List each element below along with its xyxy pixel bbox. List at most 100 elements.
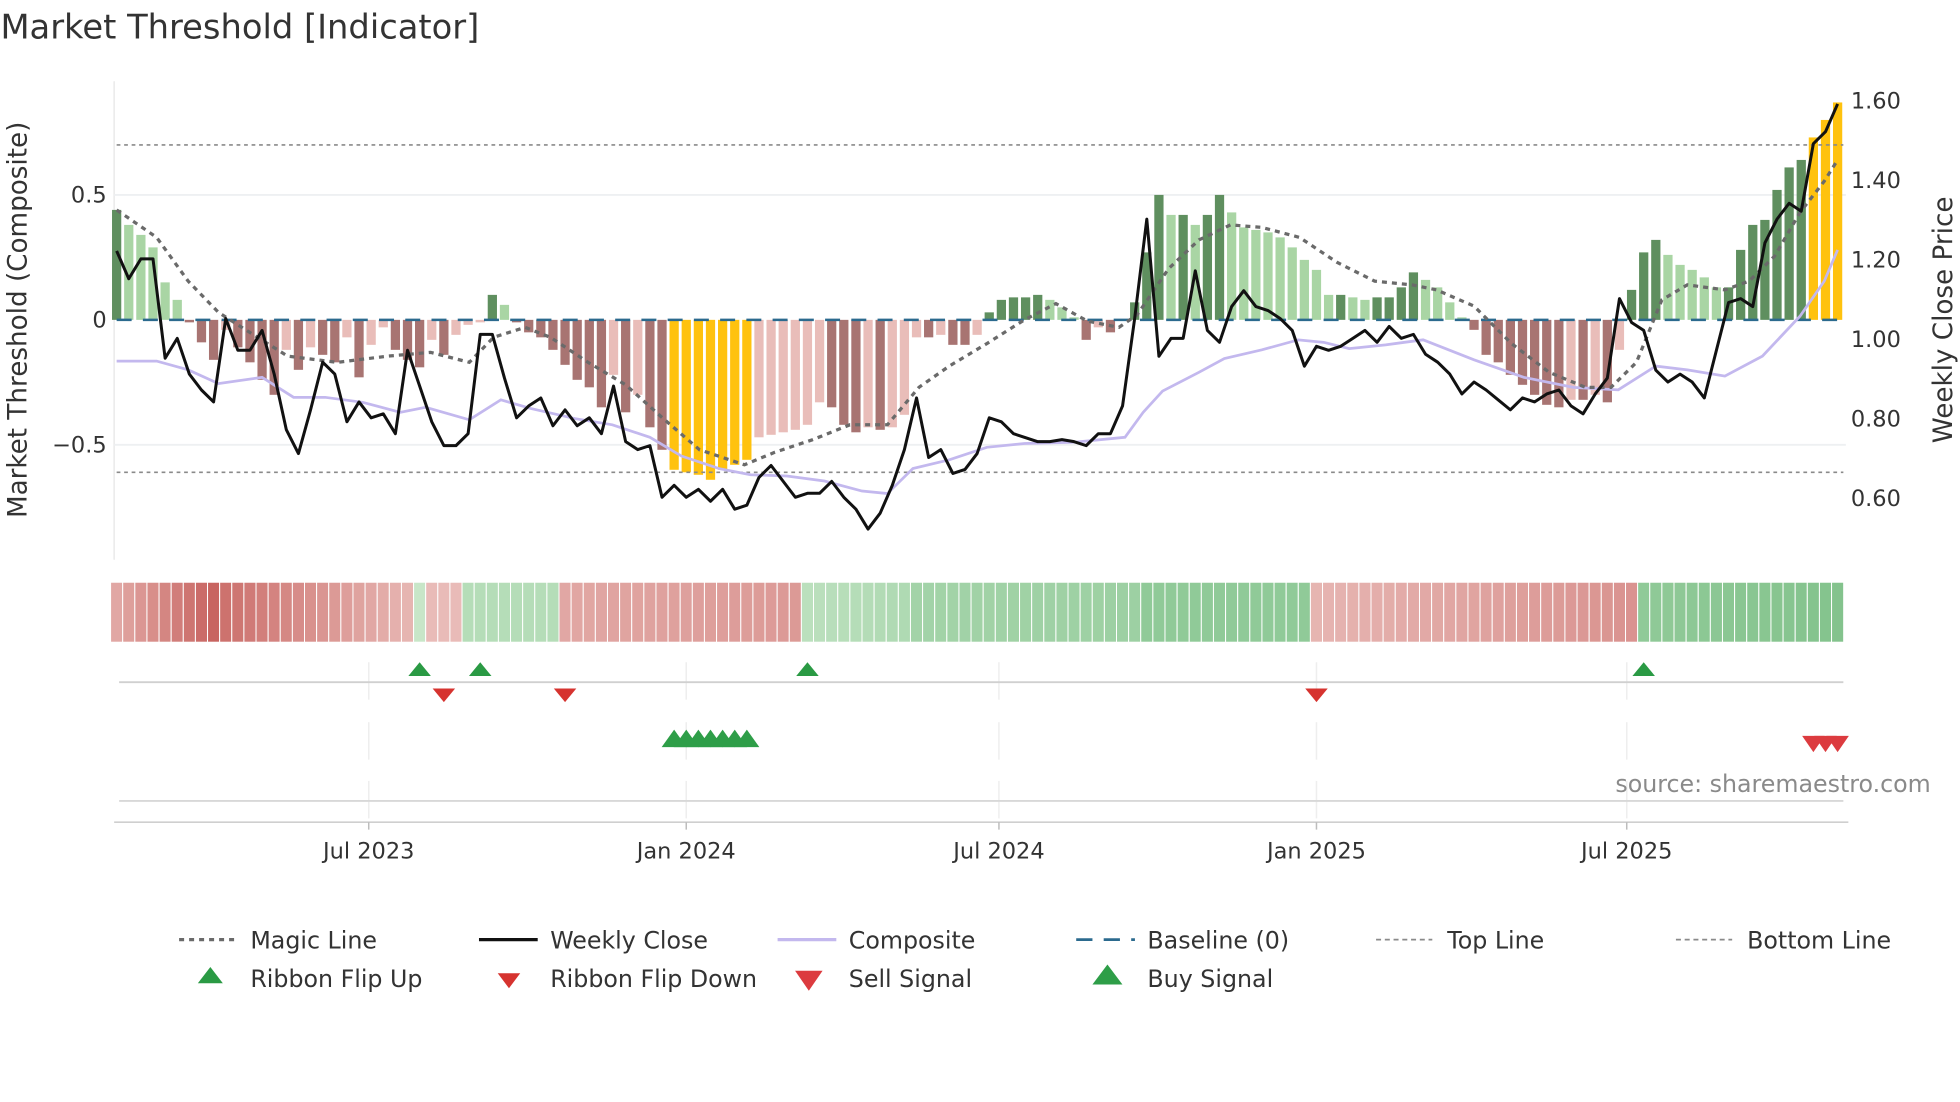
ribbon-cell xyxy=(425,581,439,643)
triangle-down-icon xyxy=(795,970,823,991)
ribbon-cell xyxy=(303,581,318,643)
histogram-bar xyxy=(717,319,728,470)
ribbon-cell xyxy=(1067,581,1081,643)
ribbon-cell xyxy=(570,581,584,643)
ribbon-cell xyxy=(982,581,996,643)
ribbon-cell xyxy=(194,581,209,643)
ribbon-cell xyxy=(1818,581,1833,643)
legend-label: Bottom Line xyxy=(1747,926,1891,954)
ribbon-cell xyxy=(1212,581,1227,643)
histogram-bar xyxy=(1784,167,1794,320)
ribbon-flip-up-marker xyxy=(468,662,492,676)
ribbon-cell xyxy=(606,581,621,643)
histogram-bar xyxy=(1336,294,1346,320)
ribbon-cell xyxy=(255,581,269,643)
ribbon-cell xyxy=(619,581,633,643)
ribbon-cell xyxy=(958,581,972,643)
histogram-bar xyxy=(1311,269,1322,320)
ribbon-cell xyxy=(873,581,887,643)
histogram-bar xyxy=(415,319,425,368)
market-threshold-chart: Market Threshold [Indicator] 0.5 0 −0.5 1.… xyxy=(0,8,1959,993)
histogram-bar xyxy=(633,319,643,395)
histogram-bar xyxy=(948,319,958,345)
ribbon-cell xyxy=(1382,581,1396,643)
trend-ribbon xyxy=(110,581,1845,643)
time-tick-label: Jul 2025 xyxy=(1579,838,1672,864)
legend-label: Top Line xyxy=(1446,926,1544,954)
ribbon-cell xyxy=(316,581,330,643)
histogram-bar xyxy=(245,319,255,363)
histogram-bar xyxy=(730,319,740,465)
ribbon-cell xyxy=(1006,581,1021,643)
histogram-bar xyxy=(196,319,207,343)
ribbon-cell xyxy=(534,581,548,643)
ribbon-cell xyxy=(1746,581,1760,643)
legend-label: Ribbon Flip Up xyxy=(250,965,422,993)
ribbon-flip-up-marker xyxy=(796,662,819,676)
histogram-bar xyxy=(996,299,1006,320)
histogram-bar xyxy=(1590,319,1600,395)
histogram-bar xyxy=(1008,297,1019,320)
ribbon-cell xyxy=(1443,581,1457,643)
chart-title: Market Threshold [Indicator] xyxy=(0,8,479,47)
histogram-bar xyxy=(475,319,485,323)
ribbon-cell xyxy=(364,581,378,643)
legend-item-buy-signal: Buy Signal xyxy=(1092,964,1273,993)
ribbon-cell xyxy=(667,581,681,643)
ribbon-cell xyxy=(485,581,499,643)
legend-label: Composite xyxy=(849,926,976,954)
histogram-bar xyxy=(293,319,304,370)
ribbon-cell xyxy=(1418,581,1433,643)
ribbon-cell xyxy=(122,581,136,643)
ribbon-cell xyxy=(1431,581,1445,643)
right-tick-label: 0.60 xyxy=(1851,486,1901,512)
ribbon-cell xyxy=(934,581,948,643)
ribbon-cell xyxy=(909,581,924,643)
histogram-bar xyxy=(1154,194,1164,320)
histogram-bar xyxy=(1820,119,1831,320)
histogram-bar xyxy=(1699,277,1709,320)
right-tick-label: 1.40 xyxy=(1851,168,1901,194)
legend-item-composite: Composite xyxy=(777,926,976,954)
ribbon-cell xyxy=(679,581,693,643)
histogram-bar xyxy=(584,319,594,388)
ribbon-cell xyxy=(182,581,196,643)
ribbon-cell xyxy=(134,581,148,643)
ribbon-cell xyxy=(740,581,754,643)
ribbon-cell xyxy=(400,581,415,643)
legend-item-top-line: Top Line xyxy=(1376,926,1544,954)
ribbon-cell xyxy=(1055,581,1069,643)
ribbon-cell xyxy=(1600,581,1614,643)
histogram-bar xyxy=(1445,302,1455,320)
ribbon-cell xyxy=(849,581,863,643)
histogram-bar xyxy=(1033,294,1043,320)
ribbon-cell xyxy=(1128,581,1142,643)
ribbon-flip-down-marker xyxy=(553,688,577,703)
ribbon-cell xyxy=(328,581,342,643)
histogram-bar xyxy=(608,319,619,375)
ribbon-cell xyxy=(922,581,936,643)
right-tick-label: 1.00 xyxy=(1851,327,1901,353)
ribbon-cell xyxy=(1831,581,1845,643)
ribbon-cell xyxy=(461,581,475,643)
histogram-bar xyxy=(451,319,461,335)
legend-label: Ribbon Flip Down xyxy=(550,965,757,993)
ribbon-cell xyxy=(497,581,512,643)
histogram-bar xyxy=(1239,227,1249,320)
histogram-bar xyxy=(596,319,607,408)
ribbon-cell xyxy=(1588,581,1602,643)
ribbon-cell xyxy=(352,581,366,643)
left-axis-ticks: 0.5 0 −0.5 xyxy=(52,182,107,458)
ribbon-cell xyxy=(691,581,705,643)
histogram-bar xyxy=(681,319,691,473)
ribbon-cell xyxy=(1079,581,1093,643)
histogram-bar xyxy=(487,294,497,320)
histogram-bar xyxy=(1275,237,1285,320)
histogram-bar xyxy=(1711,287,1722,320)
time-tick-label: Jan 2025 xyxy=(1265,838,1366,864)
ribbon-cell xyxy=(340,581,354,643)
right-axis-ticks: 1.60 1.40 1.20 1.00 0.80 0.60 xyxy=(1851,89,1901,512)
histogram-bar xyxy=(754,319,764,438)
histogram-bar xyxy=(1348,297,1358,320)
histogram-bar xyxy=(1469,319,1479,330)
